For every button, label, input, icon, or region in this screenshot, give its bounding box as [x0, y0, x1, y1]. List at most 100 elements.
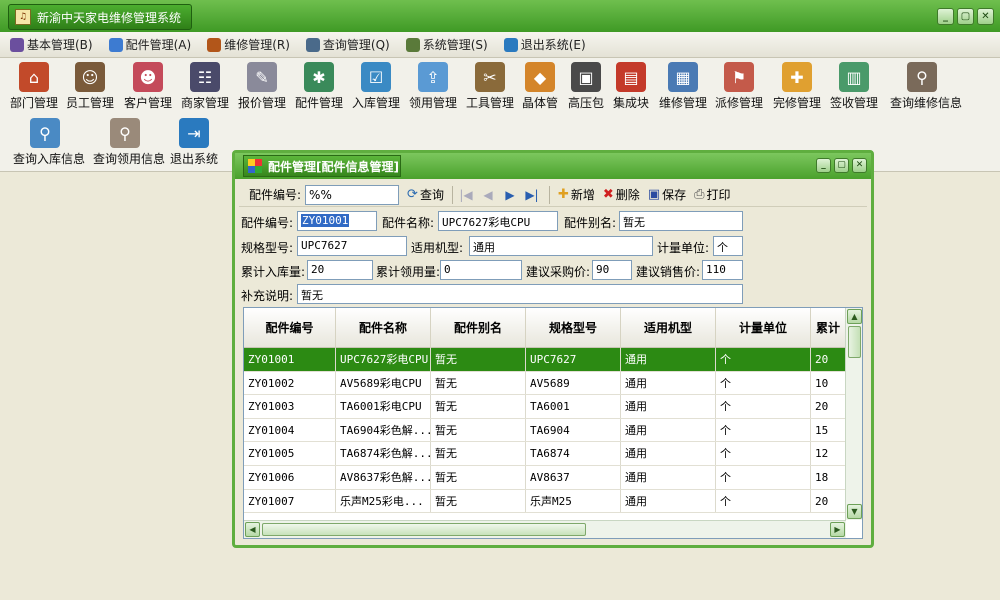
child-restore-button[interactable]: ▢	[834, 158, 849, 173]
delete-button[interactable]: ✖ 删除	[603, 186, 640, 203]
tool-query-repair[interactable]: ⚲ 查询维修信息	[890, 60, 962, 110]
house-icon: ⌂	[19, 62, 49, 92]
code-field[interactable]: ZY01001	[297, 211, 377, 231]
tool-query-stock-in[interactable]: ⚲ 查询入库信息	[13, 116, 85, 166]
tool-employee[interactable]: ☺ 员工管理	[58, 60, 122, 110]
sell-price-field[interactable]: 110	[702, 260, 743, 280]
child-minimize-button[interactable]: _	[816, 158, 831, 173]
col-header[interactable]: 规格型号	[526, 308, 621, 348]
table-row[interactable]: ZY01007 乐声M25彩电... 暂无 乐声M25 通用个 20	[244, 489, 846, 514]
table-cell: 通用	[621, 489, 716, 513]
col-header[interactable]: 配件名称	[336, 308, 431, 348]
table-cell: 个	[716, 348, 811, 371]
restore-button[interactable]: ▢	[957, 8, 974, 25]
buy-price-field[interactable]: 90	[592, 260, 632, 280]
scroll-down-icon[interactable]: ▼	[847, 504, 862, 519]
note-label: 补充说明:	[241, 289, 294, 303]
window-grid-icon	[248, 159, 262, 173]
child-close-button[interactable]: ✕	[852, 158, 867, 173]
tool-customer[interactable]: ☻ 客户管理	[116, 60, 180, 110]
menu-basic[interactable]: 基本管理(B)	[10, 36, 93, 53]
table-row[interactable]: ZY01004 TA6904彩色解... 暂无 TA6904 通用个 15	[244, 418, 846, 443]
table-row[interactable]: ZY01003 TA6001彩电CPU 暂无 TA6001 通用个 20	[244, 395, 846, 419]
table-cell: 暂无	[431, 465, 526, 489]
name-field[interactable]: UPC7627彩电CPU	[438, 211, 558, 231]
child-title-tab: 配件管理[配件信息管理]	[243, 155, 401, 177]
minimize-button[interactable]: _	[937, 8, 954, 25]
menu-system[interactable]: 系统管理(S)	[405, 36, 488, 53]
coil-icon: ▣	[571, 62, 601, 92]
next-record-icon[interactable]: ▶	[501, 188, 519, 202]
table-cell: TA6904彩色解...	[336, 418, 431, 442]
code-label: 配件编号:	[241, 216, 294, 230]
menu-query[interactable]: 查询管理(Q)	[305, 36, 390, 53]
first-record-icon[interactable]: |◀	[457, 188, 475, 202]
last-record-icon[interactable]: ▶|	[523, 188, 541, 202]
table-cell: TA6874彩色解...	[336, 442, 431, 465]
fit-field[interactable]: 通用	[469, 236, 653, 256]
tool-complete[interactable]: ✚ 完修管理	[765, 60, 829, 110]
tool-label: 派修管理	[714, 96, 763, 110]
tool-department[interactable]: ⌂ 部门管理	[2, 60, 66, 110]
query-code-input[interactable]: %%	[305, 184, 400, 205]
note-field[interactable]: 暂无	[297, 284, 743, 304]
col-header[interactable]: 适用机型	[621, 308, 716, 348]
close-button[interactable]: ✕	[977, 8, 994, 25]
table-row[interactable]: ZY01002 AV5689彩电CPU 暂无 AV5689 通用个 10	[244, 371, 846, 396]
scroll-thumb[interactable]	[848, 326, 861, 358]
query-button[interactable]: ⟳ 查询	[407, 186, 444, 203]
menu-label: 配件管理(A)	[125, 38, 192, 52]
unit-field[interactable]: 个	[713, 236, 743, 256]
quote-icon: ✎	[247, 62, 277, 92]
tool-dispatch[interactable]: ⚑ 派修管理	[707, 60, 771, 110]
delete-button-label: 删除	[615, 188, 640, 202]
alias-field[interactable]: 暂无	[619, 211, 743, 231]
col-header[interactable]: 配件别名	[431, 308, 526, 348]
table-cell: 20	[811, 489, 846, 513]
print-button[interactable]: ⎙ 打印	[694, 186, 730, 203]
tool-repair[interactable]: ▦ 维修管理	[651, 60, 715, 110]
tool-quote[interactable]: ✎ 报价管理	[230, 60, 294, 110]
scroll-left-icon[interactable]: ◀	[245, 522, 260, 537]
model-field[interactable]: UPC7627	[297, 236, 407, 256]
print-icon: ⎙	[694, 187, 705, 202]
tool-query-receive[interactable]: ⚲ 查询领用信息	[93, 116, 165, 166]
add-button[interactable]: ✚ 新增	[558, 186, 595, 203]
save-icon: ▣	[647, 187, 661, 202]
table-cell: 15	[811, 418, 846, 442]
tool-receive[interactable]: ⇪ 领用管理	[401, 60, 465, 110]
menu-parts[interactable]: 配件管理(A)	[108, 36, 192, 53]
table-cell: 通用	[621, 348, 716, 371]
col-header[interactable]: 配件编号	[244, 308, 336, 348]
child-title-bar[interactable]: 配件管理[配件信息管理] _ ▢ ✕	[235, 153, 871, 179]
table-row[interactable]: ZY01006 AV8637彩色解... 暂无 AV8637 通用个 18	[244, 465, 846, 490]
repair-icon: ▦	[668, 62, 698, 92]
prev-record-icon[interactable]: ◀	[479, 188, 497, 202]
menu-repair[interactable]: 维修管理(R)	[207, 36, 290, 53]
total-out-field[interactable]: 0	[440, 260, 522, 280]
col-header[interactable]: 计量单位	[716, 308, 811, 348]
col-header[interactable]: 累计	[811, 308, 846, 348]
scroll-up-icon[interactable]: ▲	[847, 309, 862, 324]
table-cell: UPC7627彩电CPU	[336, 348, 431, 371]
tool-merchant[interactable]: ☷ 商家管理	[173, 60, 237, 110]
table-cell: TA6001	[526, 395, 621, 418]
tool-stock-in[interactable]: ☑ 入库管理	[344, 60, 408, 110]
query-button-label: 查询	[419, 188, 444, 202]
delete-icon: ✖	[602, 187, 614, 202]
vertical-scrollbar[interactable]: ▲ ▼	[845, 308, 862, 520]
table-cell: 暂无	[431, 371, 526, 395]
tool-sign[interactable]: ▥ 签收管理	[822, 60, 886, 110]
save-button[interactable]: ▣ 保存	[648, 186, 686, 203]
horizontal-scrollbar[interactable]: ◀ ▶	[244, 520, 846, 538]
tool-exit[interactable]: ⇥ 退出系统	[162, 116, 226, 166]
tool-parts[interactable]: ✱ 配件管理	[287, 60, 351, 110]
scroll-right-icon[interactable]: ▶	[830, 522, 845, 537]
menu-exit[interactable]: 退出系统(E)	[503, 36, 586, 53]
hscroll-thumb[interactable]	[262, 523, 586, 536]
table-row[interactable]: ZY01001 UPC7627彩电CPU 暂无 UPC7627 通用个 20	[244, 348, 846, 372]
total-in-field[interactable]: 20	[307, 260, 373, 280]
table-row[interactable]: ZY01005 TA6874彩色解... 暂无 TA6874 通用个 12	[244, 442, 846, 466]
code-value: ZY01001	[301, 214, 350, 227]
table-cell: 个	[716, 395, 811, 418]
